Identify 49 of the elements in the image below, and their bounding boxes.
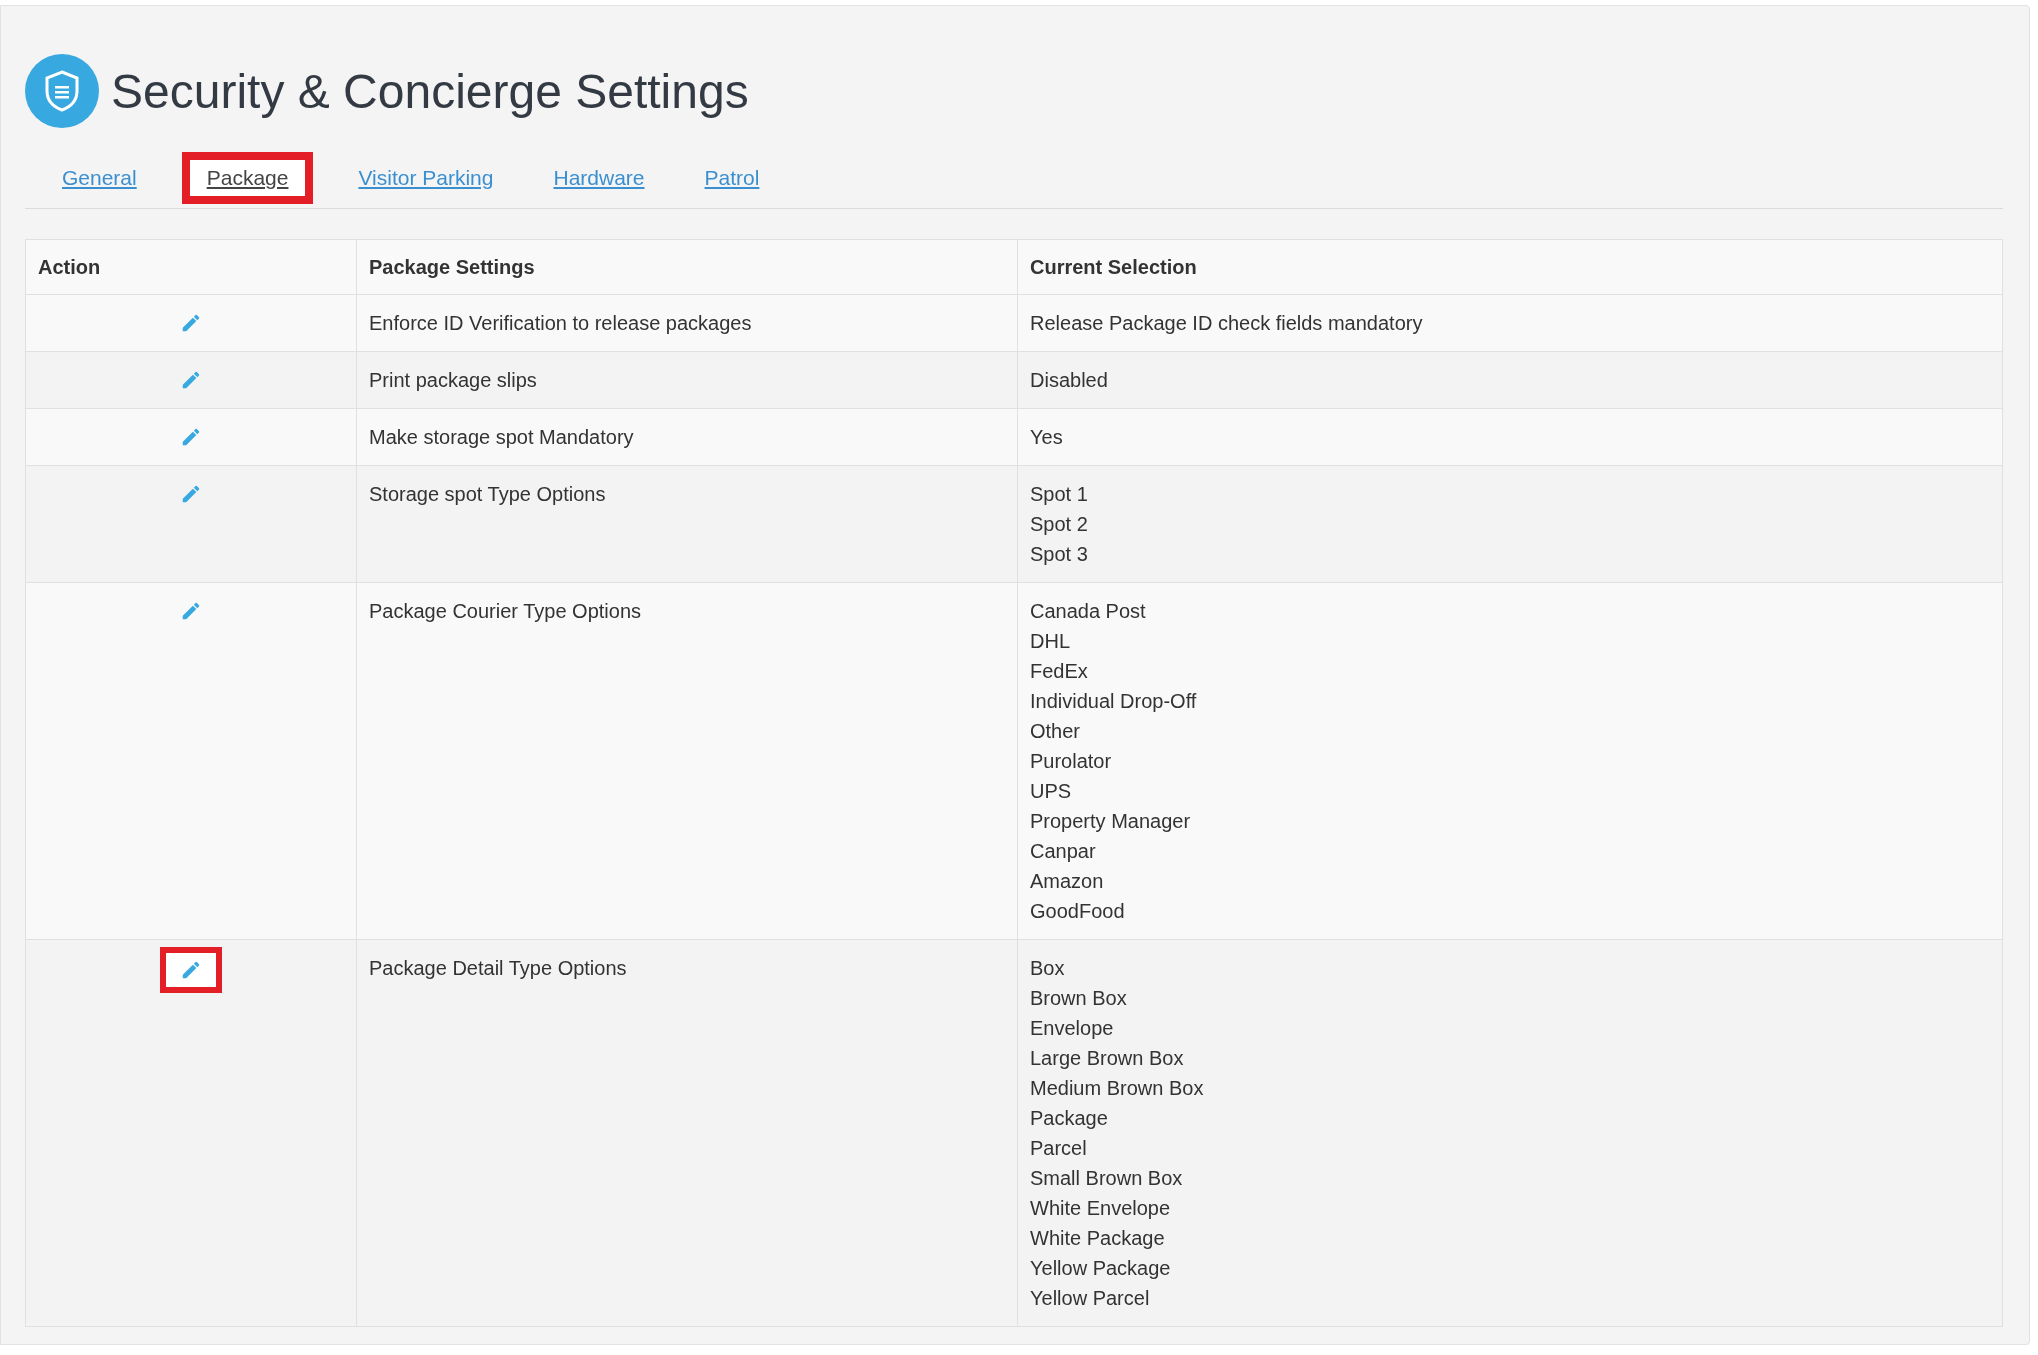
selection-value: DHL [1030,629,1071,654]
pencil-icon [180,369,202,391]
selection-value: Large Brown Box [1030,1046,1185,1071]
pencil-icon [180,959,202,981]
selection-value: Envelope [1030,1016,1115,1041]
selection-value: Parcel [1030,1136,1088,1161]
selection-value: Canpar [1030,839,1097,864]
selection-value: Yes [1030,425,1064,450]
selection-value: FedEx [1030,659,1089,684]
table-cell: Storage spot Type Options [356,465,1018,583]
selection-value: Box [1030,956,1066,981]
selection-value: Spot 3 [1030,542,1089,567]
selection-value: Disabled [1030,368,1109,393]
selection-value: UPS [1030,779,1073,804]
selection-value: Yellow Package [1030,1256,1172,1281]
pencil-icon [180,483,202,505]
selection-value: Package [1030,1106,1109,1131]
column-header: Package Settings [356,239,1018,295]
selection-value: White Package [1030,1226,1166,1251]
selection-value: Property Manager [1030,809,1192,834]
tab[interactable]: Visitor Parking [341,160,511,196]
column-header: Action [25,239,357,295]
tab[interactable]: General [45,160,154,196]
pencil-icon [180,426,202,448]
selection-value: Individual Drop-Off [1030,689,1198,714]
selection-value: Purolator [1030,749,1113,774]
table-cell: Package Courier Type Options [356,582,1018,940]
selection-value: Canada Post [1030,599,1147,624]
selection-value: Other [1030,719,1082,744]
table-cell: Package Detail Type Options [356,939,1018,1327]
tab[interactable]: Hardware [536,160,662,196]
selection-value: GoodFood [1030,899,1126,924]
pencil-icon [180,600,202,622]
selection-value: Spot 2 [1030,512,1089,537]
table-cell: Make storage spot Mandatory [356,408,1018,466]
selection-value: Yellow Parcel [1030,1286,1151,1311]
selection-value: Brown Box [1030,986,1128,1011]
selection-value: Small Brown Box [1030,1166,1184,1191]
pencil-icon [180,312,202,334]
selection-value: Medium Brown Box [1030,1076,1205,1101]
selection-value: Spot 1 [1030,482,1089,507]
table-cell: Print package slips [356,351,1018,409]
selection-value: Release Package ID check fields mandatory [1030,311,1424,336]
tab[interactable]: Patrol [687,160,777,196]
selection-value: Amazon [1030,869,1105,894]
page-title: Security & Concierge Settings [111,63,749,119]
column-header: Current Selection [1017,239,2003,295]
table-cell: Enforce ID Verification to release packages [356,294,1018,352]
selection-value: White Envelope [1030,1196,1172,1221]
